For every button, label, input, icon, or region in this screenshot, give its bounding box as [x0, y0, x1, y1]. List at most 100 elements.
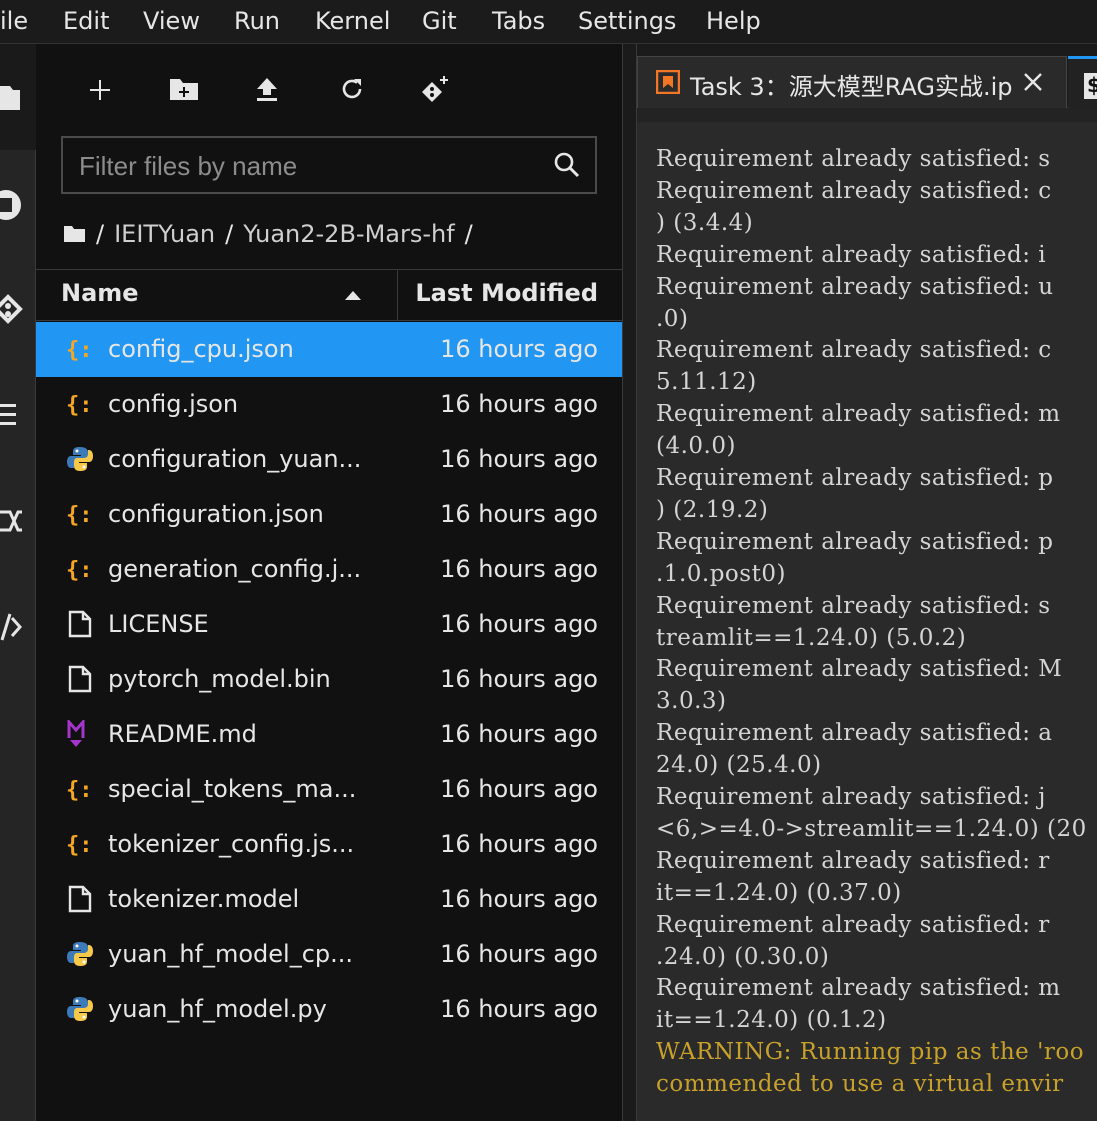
menu-help[interactable]: Help — [706, 0, 761, 44]
file-row[interactable]: tokenizer.model 16 hours ago — [36, 872, 622, 927]
rail-git-tab[interactable] — [0, 284, 36, 334]
breadcrumb-part-ieityuan[interactable]: IEITYuan — [114, 220, 215, 248]
python-file-icon — [66, 995, 94, 1023]
file-name: config_cpu.json — [108, 335, 294, 363]
file-modified: 16 hours ago — [440, 555, 598, 583]
svg-text:{:}: {:} — [66, 338, 94, 363]
tab-title: Task 3：源大模型RAG实战.ip — [690, 73, 1013, 101]
menu-bar: ile Edit View Run Kernel Git Tabs Settin… — [0, 0, 1097, 44]
file-row[interactable]: {:} special_tokens_ma... 16 hours ago — [36, 762, 622, 817]
output-line: Requirement already satisfied: a — [656, 720, 1053, 747]
folder-icon[interactable] — [64, 225, 86, 243]
file-row[interactable]: README.md 16 hours ago — [36, 707, 622, 762]
file-name: tokenizer.model — [108, 885, 300, 913]
name-column-header[interactable]: Name — [36, 270, 398, 320]
file-modified: 16 hours ago — [440, 665, 598, 693]
cell-output-area[interactable]: Requirement already satisfied: s Requirem… — [637, 108, 1097, 1121]
output-line: (4.0.0) — [656, 433, 736, 460]
file-name: configuration.json — [108, 500, 324, 528]
breadcrumb-trailing: / — [464, 220, 473, 248]
output-line: <6,>=4.0->streamlit==1.24.0) (20 — [656, 815, 1087, 842]
output-line: Requirement already satisfied: s — [656, 592, 1051, 619]
file-row[interactable]: {:} configuration.json 16 hours ago — [36, 487, 622, 542]
tab-task3-notebook[interactable]: Task 3：源大模型RAG实战.ip — [637, 56, 1067, 108]
svg-text:{:}: {:} — [66, 558, 94, 583]
file-name: configuration_yuan... — [108, 445, 362, 473]
file-row[interactable]: pytorch_model.bin 16 hours ago — [36, 652, 622, 707]
shuffle-icon — [0, 510, 22, 532]
menu-view[interactable]: View — [143, 0, 200, 44]
svg-text:{:}: {:} — [66, 833, 94, 858]
new-folder-icon — [170, 79, 198, 100]
output-line: Requirement already satisfied: i — [656, 241, 1047, 268]
new-folder-button[interactable] — [162, 70, 206, 110]
output-line: Requirement already satisfied: c — [656, 177, 1052, 204]
output-line: .0) — [656, 305, 689, 332]
filter-files-input[interactable] — [77, 146, 541, 186]
file-name: README.md — [108, 720, 257, 748]
file-name: config.json — [108, 390, 239, 418]
rail-file-browser-tab[interactable] — [0, 44, 36, 150]
output-line: Requirement already satisfied: u — [656, 273, 1054, 300]
menu-tabs[interactable]: Tabs — [492, 0, 545, 44]
output-line: ) (3.4.4) — [656, 209, 754, 236]
file-list: {:} config_cpu.json 16 hours ago {:} config.… — [36, 322, 622, 1037]
notebook-icon — [656, 70, 680, 94]
file-row[interactable]: yuan_hf_model.py 16 hours ago — [36, 982, 622, 1037]
file-row[interactable]: yuan_hf_model_cp... 16 hours ago — [36, 927, 622, 982]
rail-toc-tab[interactable] — [0, 390, 36, 440]
output-line: 24.0) (25.4.0) — [656, 752, 822, 779]
file-row[interactable]: LICENSE 16 hours ago — [36, 597, 622, 652]
menu-run[interactable]: Run — [234, 0, 280, 44]
file-modified: 16 hours ago — [440, 610, 598, 638]
rail-running-tab[interactable] — [0, 180, 36, 230]
file-modified: 16 hours ago — [440, 335, 598, 363]
breadcrumb-part-yuan2[interactable]: Yuan2-2B-Mars-hf — [243, 220, 454, 248]
file-row[interactable]: configuration_yuan... 16 hours ago — [36, 432, 622, 487]
tab-terminal[interactable]: $ — [1068, 56, 1097, 108]
upload-icon — [257, 78, 277, 101]
markdown-file-icon — [66, 718, 94, 748]
menu-settings[interactable]: Settings — [578, 0, 676, 44]
file-modified: 16 hours ago — [440, 940, 598, 968]
file-name: special_tokens_ma... — [108, 775, 357, 803]
file-row[interactable]: {:} tokenizer_config.js... 16 hours ago — [36, 817, 622, 872]
output-line: Requirement already satisfied: M — [656, 656, 1063, 683]
file-modified: 16 hours ago — [440, 885, 598, 913]
menu-edit[interactable]: Edit — [63, 0, 109, 44]
menu-file[interactable]: ile — [0, 0, 28, 44]
panel-splitter[interactable] — [622, 44, 637, 1121]
output-line: Requirement already satisfied: r — [656, 847, 1050, 874]
last-modified-column-header[interactable]: Last Modified — [415, 279, 598, 307]
output-line: Requirement already satisfied: c — [656, 337, 1052, 364]
new-launcher-button[interactable] — [78, 70, 122, 110]
file-icon — [66, 665, 94, 693]
file-modified: 16 hours ago — [440, 830, 598, 858]
file-row[interactable]: {:} config.json 16 hours ago — [36, 377, 622, 432]
output-line: .24.0) (0.30.0) — [656, 943, 830, 970]
file-list-header: Name Last Modified — [36, 269, 622, 321]
breadcrumb-root[interactable]: / — [96, 220, 104, 248]
menu-git[interactable]: Git — [422, 0, 457, 44]
rail-extension-tab[interactable] — [0, 496, 36, 546]
json-file-icon: {:} — [66, 390, 106, 418]
name-column-label: Name — [61, 279, 139, 307]
menu-kernel[interactable]: Kernel — [315, 0, 390, 44]
refresh-icon — [342, 79, 362, 99]
close-icon[interactable] — [1022, 71, 1044, 93]
rail-code-tab[interactable] — [0, 602, 36, 652]
output-line: .1.0.post0) — [656, 560, 786, 587]
output-line: 5.11.12) — [656, 369, 757, 396]
file-modified: 16 hours ago — [440, 995, 598, 1023]
warning-line: commended to use a virtual envir — [656, 1071, 1064, 1098]
refresh-button[interactable] — [330, 70, 374, 110]
git-clone-icon — [422, 76, 448, 102]
file-row[interactable]: {:} config_cpu.json 16 hours ago — [36, 322, 622, 377]
output-line: Requirement already satisfied: m — [656, 975, 1061, 1002]
file-row[interactable]: {:} generation_config.j... 16 hours ago — [36, 542, 622, 597]
git-clone-button[interactable] — [413, 70, 457, 110]
breadcrumb: / IEITYuan / Yuan2-2B-Mars-hf / — [64, 216, 473, 252]
upload-button[interactable] — [245, 70, 289, 110]
file-name: pytorch_model.bin — [108, 665, 331, 693]
output-line: Requirement already satisfied: s — [656, 146, 1051, 172]
